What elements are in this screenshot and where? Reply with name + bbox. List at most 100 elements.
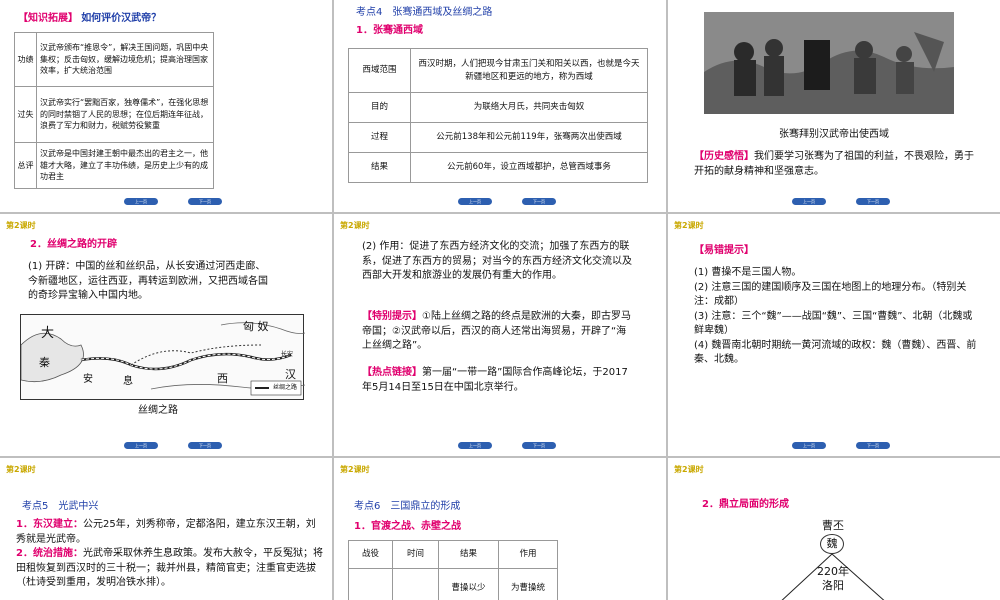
prev-page-button[interactable]: 上一页 [458,198,492,205]
slide-nav: 上一页 下一页 [668,442,1000,452]
slide-nav: 上一页 下一页 [334,442,666,452]
row-label: 过失 [14,86,37,143]
slide2-subtitle: 1．张骞通西域 [356,25,423,36]
hot-link-tag: 【热点链接】 [362,367,422,378]
history-feel: 【历史感悟】我们要学习张骞为了祖国的利益，不畏艰险，勇于开拓的献身精神和坚强意志… [694,150,980,179]
slide-3[interactable]: 张骞拜别汉武帝出使西域 【历史感悟】我们要学习张骞为了祖国的利益，不畏艰险，勇于… [668,0,1000,212]
table-row: 西域范围 西汉时期，人们把现今甘肃玉门关和阳关以西，也就是今天新疆地区和更远的地… [348,48,648,93]
map-label-dayue: 大 [41,326,55,341]
slide1-heading: 【知识拓展】 如何评价汉武帝？ [18,12,161,27]
list-item: (4) 魏晋南北朝时期统一黄河流域的政权：魏（曹魏）、西晋、前秦、北魏。 [694,339,977,366]
slide-nav: 上一页 下一页 [0,198,332,208]
table-row: 结果 公元前60年，设立西域都护，总管西域事务 [348,152,648,183]
slide-nav: 上一页 下一页 [668,198,1000,208]
common-errors-list: (1) 曹操不是三国人物。 (2) 注意三国的建国顺序及三国在地图上的地理分布。… [694,266,980,368]
map-label-west: 西 [217,372,228,385]
lesson-tag: 第2课时 [674,465,704,474]
slide8-title: 考点6 三国鼎立的形成 [354,501,461,512]
special-note: 【特别提示】①陆上丝绸之路的终点是欧洲的大秦，即古罗马帝国；②汉武帝以后，西汉的… [362,310,634,354]
table-row: 目的 为联络大月氏，共同夹击匈奴 [348,92,648,123]
slide-8[interactable]: 第2课时 考点6 三国鼎立的形成 1．官渡之战、赤壁之战 战役 时间 结果 作用… [334,458,666,600]
battle-table: 战役 时间 结果 作用 曹操以少 为曹操统 [348,540,558,600]
list-item: (1) 曹操不是三国人物。 [694,267,802,278]
knowledge-tag: 【知识拓展】 [18,13,78,24]
row-label: 结果 [348,152,411,183]
slide-4[interactable]: 第2课时 2．丝绸之路的开辟 (1) 开辟：中国的丝和丝织品，从长安通过河西走廊… [0,214,332,456]
zhang-qian-painting [704,12,954,114]
painting-caption: 张骞拜别汉武帝出使西域 [779,129,889,140]
row-label: 总评 [14,142,37,189]
table-row: 总评 汉武帝是中国封建王朝中最杰出的君主之一，他雄才大略，建立了丰功伟绩，是历史… [14,142,214,189]
hot-link: 【热点链接】第一届“一带一路”国际合作高峰论坛，于2017年5月14日至15日在… [362,366,634,395]
cell-effect: 为曹操统 [498,568,558,600]
prev-page-button[interactable]: 上一页 [792,198,826,205]
silk-road-body: (1) 开辟：中国的丝和丝织品，从长安通过河西走廊、今新疆地区，运往西亚，再转运… [28,261,268,301]
prev-page-button[interactable]: 上一页 [124,198,158,205]
slide-1[interactable]: 【知识拓展】 如何评价汉武帝？ 功绩 汉武帝颁布“推恩令”，解决王国问题，巩固中… [0,0,332,212]
table-row: 过失 汉武帝实行“罢黜百家，独尊儒术”，在强化思想的同时禁锢了人民的思想；在位后… [14,86,214,143]
cell-time [392,568,439,600]
knowledge-question: 如何评价汉武帝？ [81,13,162,24]
header-effect: 作用 [498,540,558,569]
map-label-xi: 息 [123,376,133,387]
row-label: 功绩 [14,32,37,87]
lesson-tag: 第2课时 [6,465,36,474]
next-page-button[interactable]: 下一页 [188,198,222,205]
table-row: 过程 公元前138年和公元前119年，张骞两次出使西域 [348,122,648,153]
lesson-tag: 第2课时 [340,465,370,474]
evaluation-table: 功绩 汉武帝颁布“推恩令”，解决王国问题，巩固中央集权；反击匈奴，缓解边境危机；… [14,32,214,189]
tripartite-heading: 2．鼎立局面的形成 [702,499,789,510]
header-time: 时间 [392,540,439,569]
capital-luoyang: 洛阳 [822,579,844,592]
next-page-button[interactable]: 下一页 [856,442,890,449]
row-text: 汉武帝是中国封建王朝中最杰出的君主之一，他雄才大略，建立了丰功伟绩，是历史上少有… [36,142,214,189]
map-label-han: 汉 [285,368,296,381]
para-2-head: 2．统治措施： [16,548,83,559]
map-label-an: 安 [83,374,93,385]
next-page-button[interactable]: 下一页 [522,198,556,205]
slide7-title: 考点5 光武中兴 [22,501,99,512]
cell-result: 曹操以少 [438,568,499,600]
next-page-button[interactable]: 下一页 [522,442,556,449]
prev-page-button[interactable]: 上一页 [792,442,826,449]
prev-page-button[interactable]: 上一页 [124,442,158,449]
next-page-button[interactable]: 下一页 [188,442,222,449]
lesson-tag: 第2课时 [674,221,704,230]
slide-nav: 上一页 下一页 [0,442,332,452]
guangwu-para-1: 1．东汉建立：公元25年，刘秀称帝，定都洛阳，建立东汉王朝，刘秀就是光武帝。 [16,518,324,547]
row-text: 西汉时期，人们把现今甘肃玉门关和阳关以西，也就是今天新疆地区和更远的地方，称为西… [410,48,648,93]
painting-image [704,12,954,114]
guangwu-para-2: 2．统治措施：光武帝采取休养生息政策。发布大赦令，平反冤狱；将田租恢复到西汉时的… [16,547,324,591]
map-label-qin: 秦 [39,356,50,369]
row-label: 西域范围 [348,48,411,93]
slide-6[interactable]: 第2课时 【易错提示】 (1) 曹操不是三国人物。 (2) 注意三国的建国顺序及… [668,214,1000,456]
row-text: 公元前138年和公元前119年，张骞两次出使西域 [410,122,648,153]
map-label-xiongnu: 匈 奴 [243,320,269,333]
list-item: (3) 注意：三个“魏”——战国“魏”、三国“曹魏”、北朝（北魏或鲜卑魏） [694,310,973,337]
silk-road-effect: (2) 作用：促进了东西方经济文化的交流；加强了东西方的联系，促进了东西方的贸易… [362,241,632,281]
table-row: 功绩 汉武帝颁布“推恩令”，解决王国问题，巩固中央集权；反击匈奴，缓解边境危机；… [14,32,214,87]
next-page-button[interactable]: 下一页 [856,198,890,205]
slide2-title: 考点4 张骞通西域及丝绸之路 [356,7,493,18]
history-feel-tag: 【历史感悟】 [694,151,754,162]
slide-7[interactable]: 第2课时 考点5 光武中兴 1．东汉建立：公元25年，刘秀称帝，定都洛阳，建立东… [0,458,332,600]
row-label: 过程 [348,122,411,153]
list-item: (2) 注意三国的建国顺序及三国在地图上的地理分布。（特别关注：成都） [694,281,967,308]
row-text: 公元前60年，设立西域都护，总管西域事务 [410,152,648,183]
row-text: 汉武帝实行“罢黜百家，独尊儒术”，在强化思想的同时禁锢了人民的思想；在位后期连年… [36,86,214,143]
map-label-changan: 长安 [281,351,294,358]
slide-9[interactable]: 第2课时 2．鼎立局面的形成 曹丕 魏 220年 洛阳 [668,458,1000,600]
lesson-tag: 第2课时 [6,221,36,230]
slide-2[interactable]: 考点4 张骞通西域及丝绸之路 1．张骞通西域 西域范围 西汉时期，人们把现今甘肃… [334,0,666,212]
slide8-subtitle: 1．官渡之战、赤壁之战 [354,521,461,532]
zhang-qian-table: 西域范围 西汉时期，人们把现今甘肃玉门关和阳关以西，也就是今天新疆地区和更远的地… [348,48,648,183]
slide-5[interactable]: 第2课时 (2) 作用：促进了东西方经济文化的交流；加强了东西方的联系，促进了东… [334,214,666,456]
row-label: 目的 [348,92,411,123]
slide-nav: 上一页 下一页 [334,198,666,208]
cell-battle [348,568,393,600]
row-text: 为联络大月氏，共同夹击匈奴 [410,92,648,123]
special-note-tag: 【特别提示】 [362,311,422,322]
para-1-head: 1．东汉建立： [16,519,83,530]
prev-page-button[interactable]: 上一页 [458,442,492,449]
table-header-row: 战役 时间 结果 作用 [348,540,558,569]
